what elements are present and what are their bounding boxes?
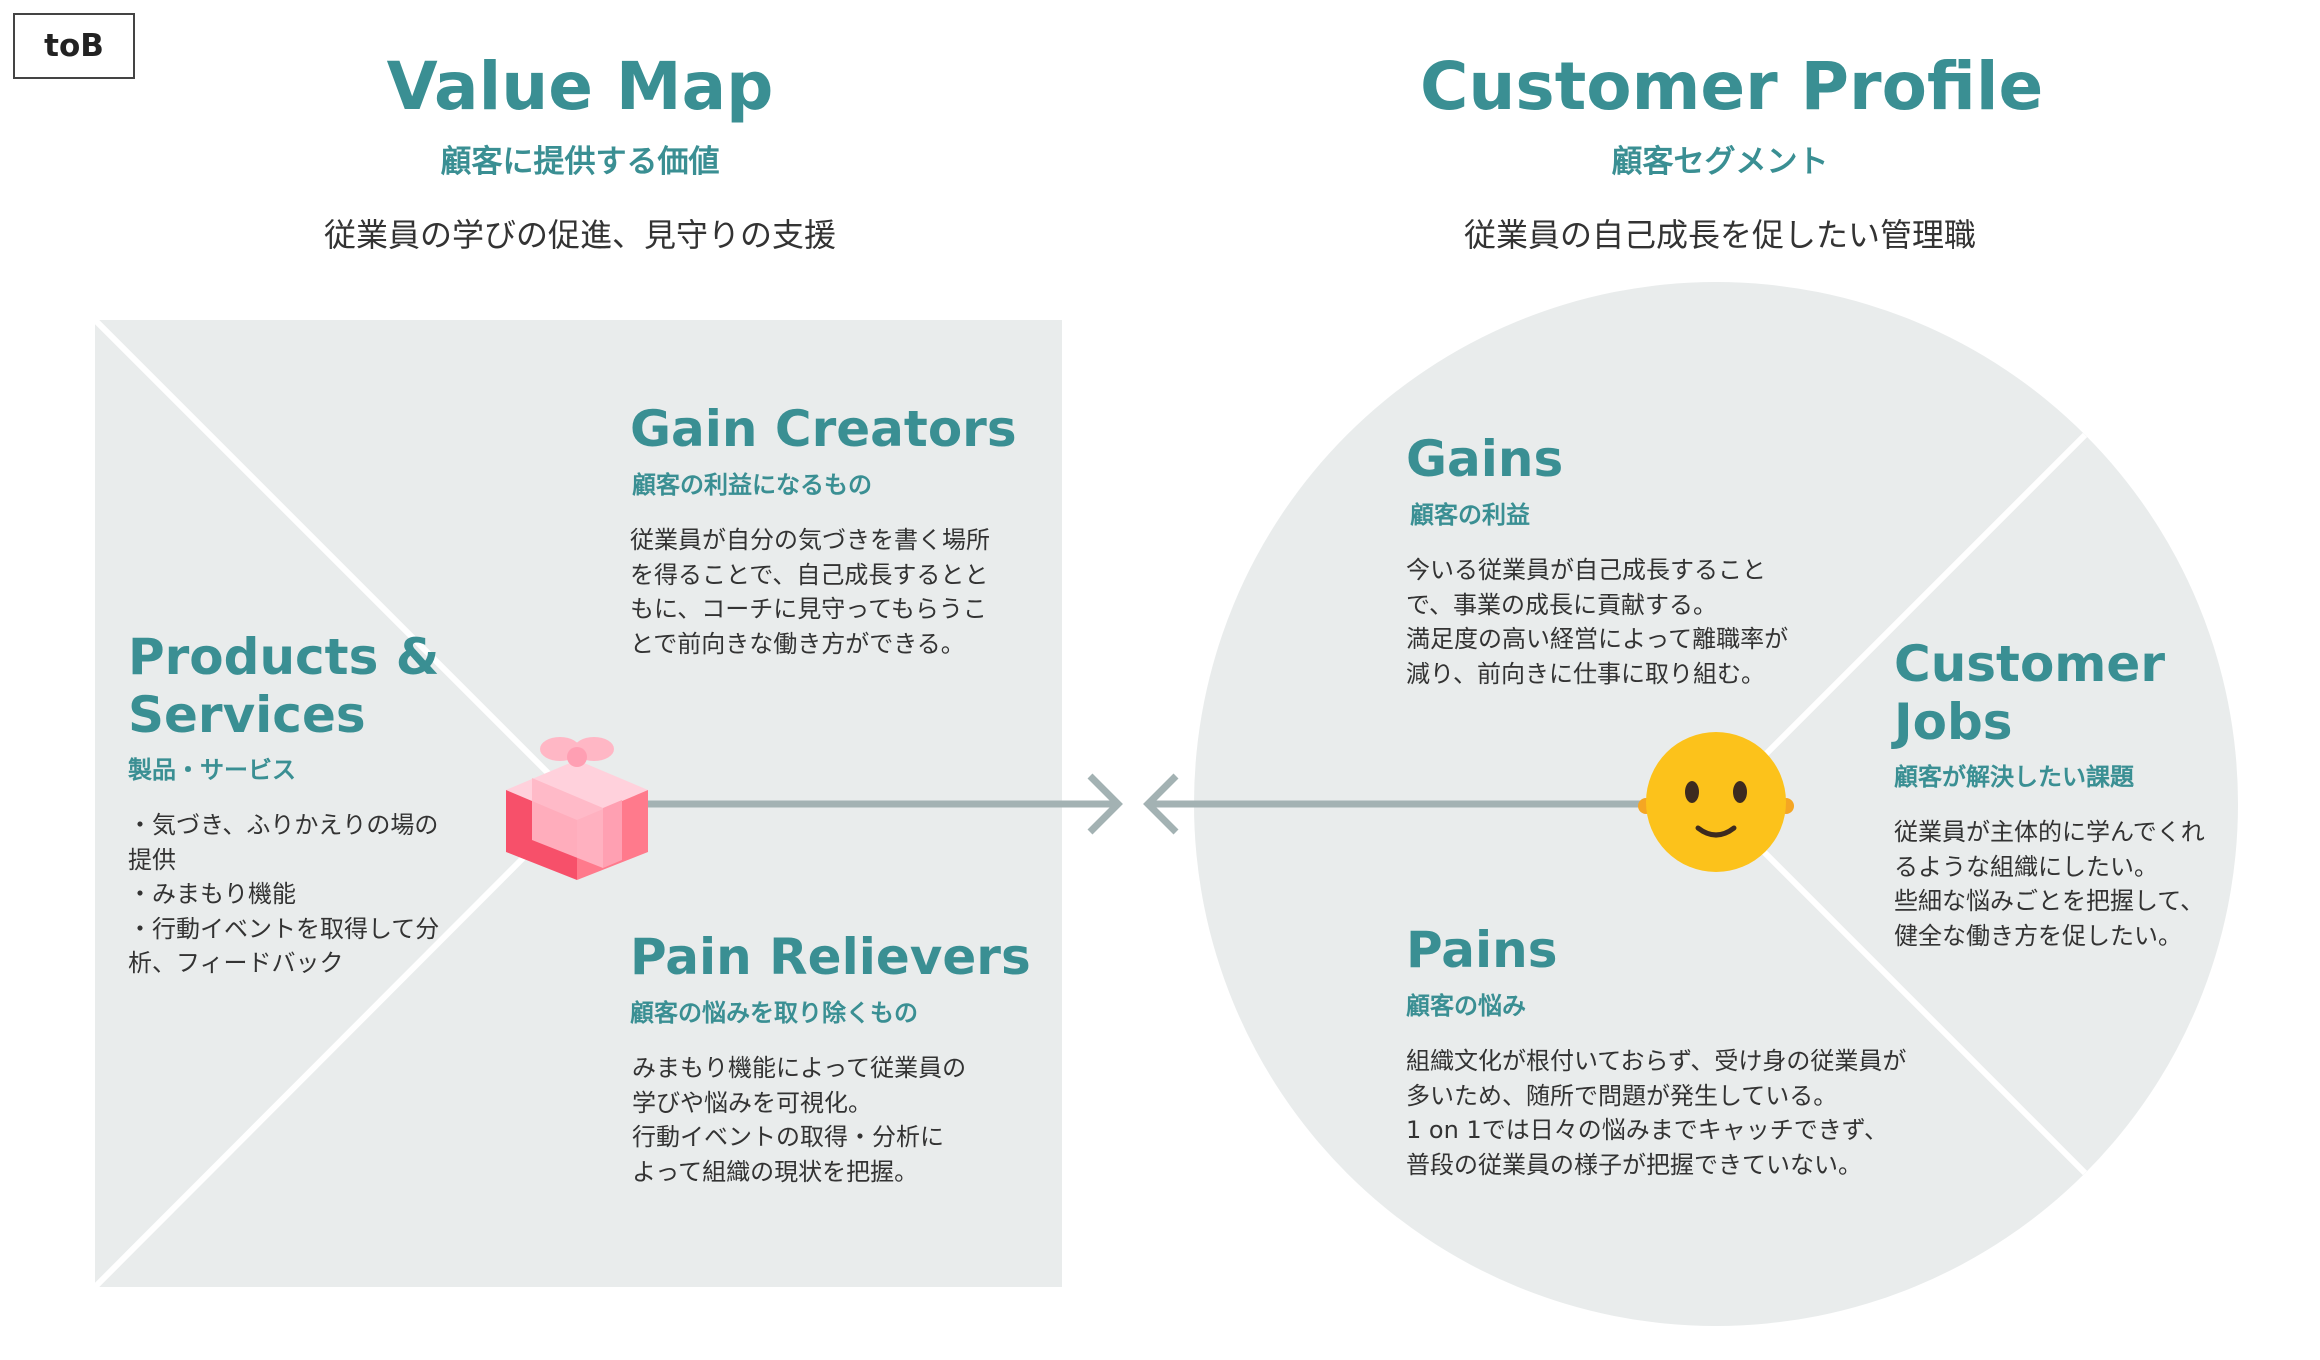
gain-creators-body: 従業員が自分の気づきを書く場所 を得ることで、自己成長するとと もに、コーチに見… <box>630 526 990 658</box>
pains-subtitle: 顧客の悩み <box>1406 992 1526 1020</box>
gain-creators-title: Gain Creators <box>630 400 1017 458</box>
pain-relievers-subtitle: 顧客の悩みを取り除くもの <box>630 999 918 1027</box>
pain-relievers-body: みまもり機能によって従業員の 学びや悩みを可視化。 行動イベントの取得・分析に … <box>632 1054 967 1186</box>
products-services-title: Products & Services <box>128 628 440 744</box>
gain-creators-subtitle: 顧客の利益になるもの <box>632 471 872 499</box>
products-services-subtitle: 製品・サービス <box>128 756 296 784</box>
gains-subtitle: 顧客の利益 <box>1410 501 1530 529</box>
gains-title: Gains <box>1406 430 1564 488</box>
pain-relievers-title: Pain Relievers <box>630 928 1031 986</box>
customer-jobs-subtitle: 顧客が解決したい課題 <box>1894 763 2134 791</box>
pains-title: Pains <box>1406 921 1558 979</box>
customer-jobs-title: Customer Jobs <box>1894 635 2165 751</box>
products-services-body: ・気づき、ふりかえりの場の 提供 ・みまもり機能 ・行動イベントを取得して分 析… <box>128 811 440 977</box>
gains-body: 今いる従業員が自己成長すること で、事業の成長に貢献する。 満足度の高い経営によ… <box>1406 556 1789 688</box>
customer-jobs-body: 従業員が主体的に学んでくれ るような組織にしたい。 些細な悩みごとを把握して、 … <box>1894 818 2205 950</box>
pains-body: 組織文化が根付いておらず、受け身の従業員が 多いため、随所で問題が発生している。… <box>1406 1047 1907 1179</box>
